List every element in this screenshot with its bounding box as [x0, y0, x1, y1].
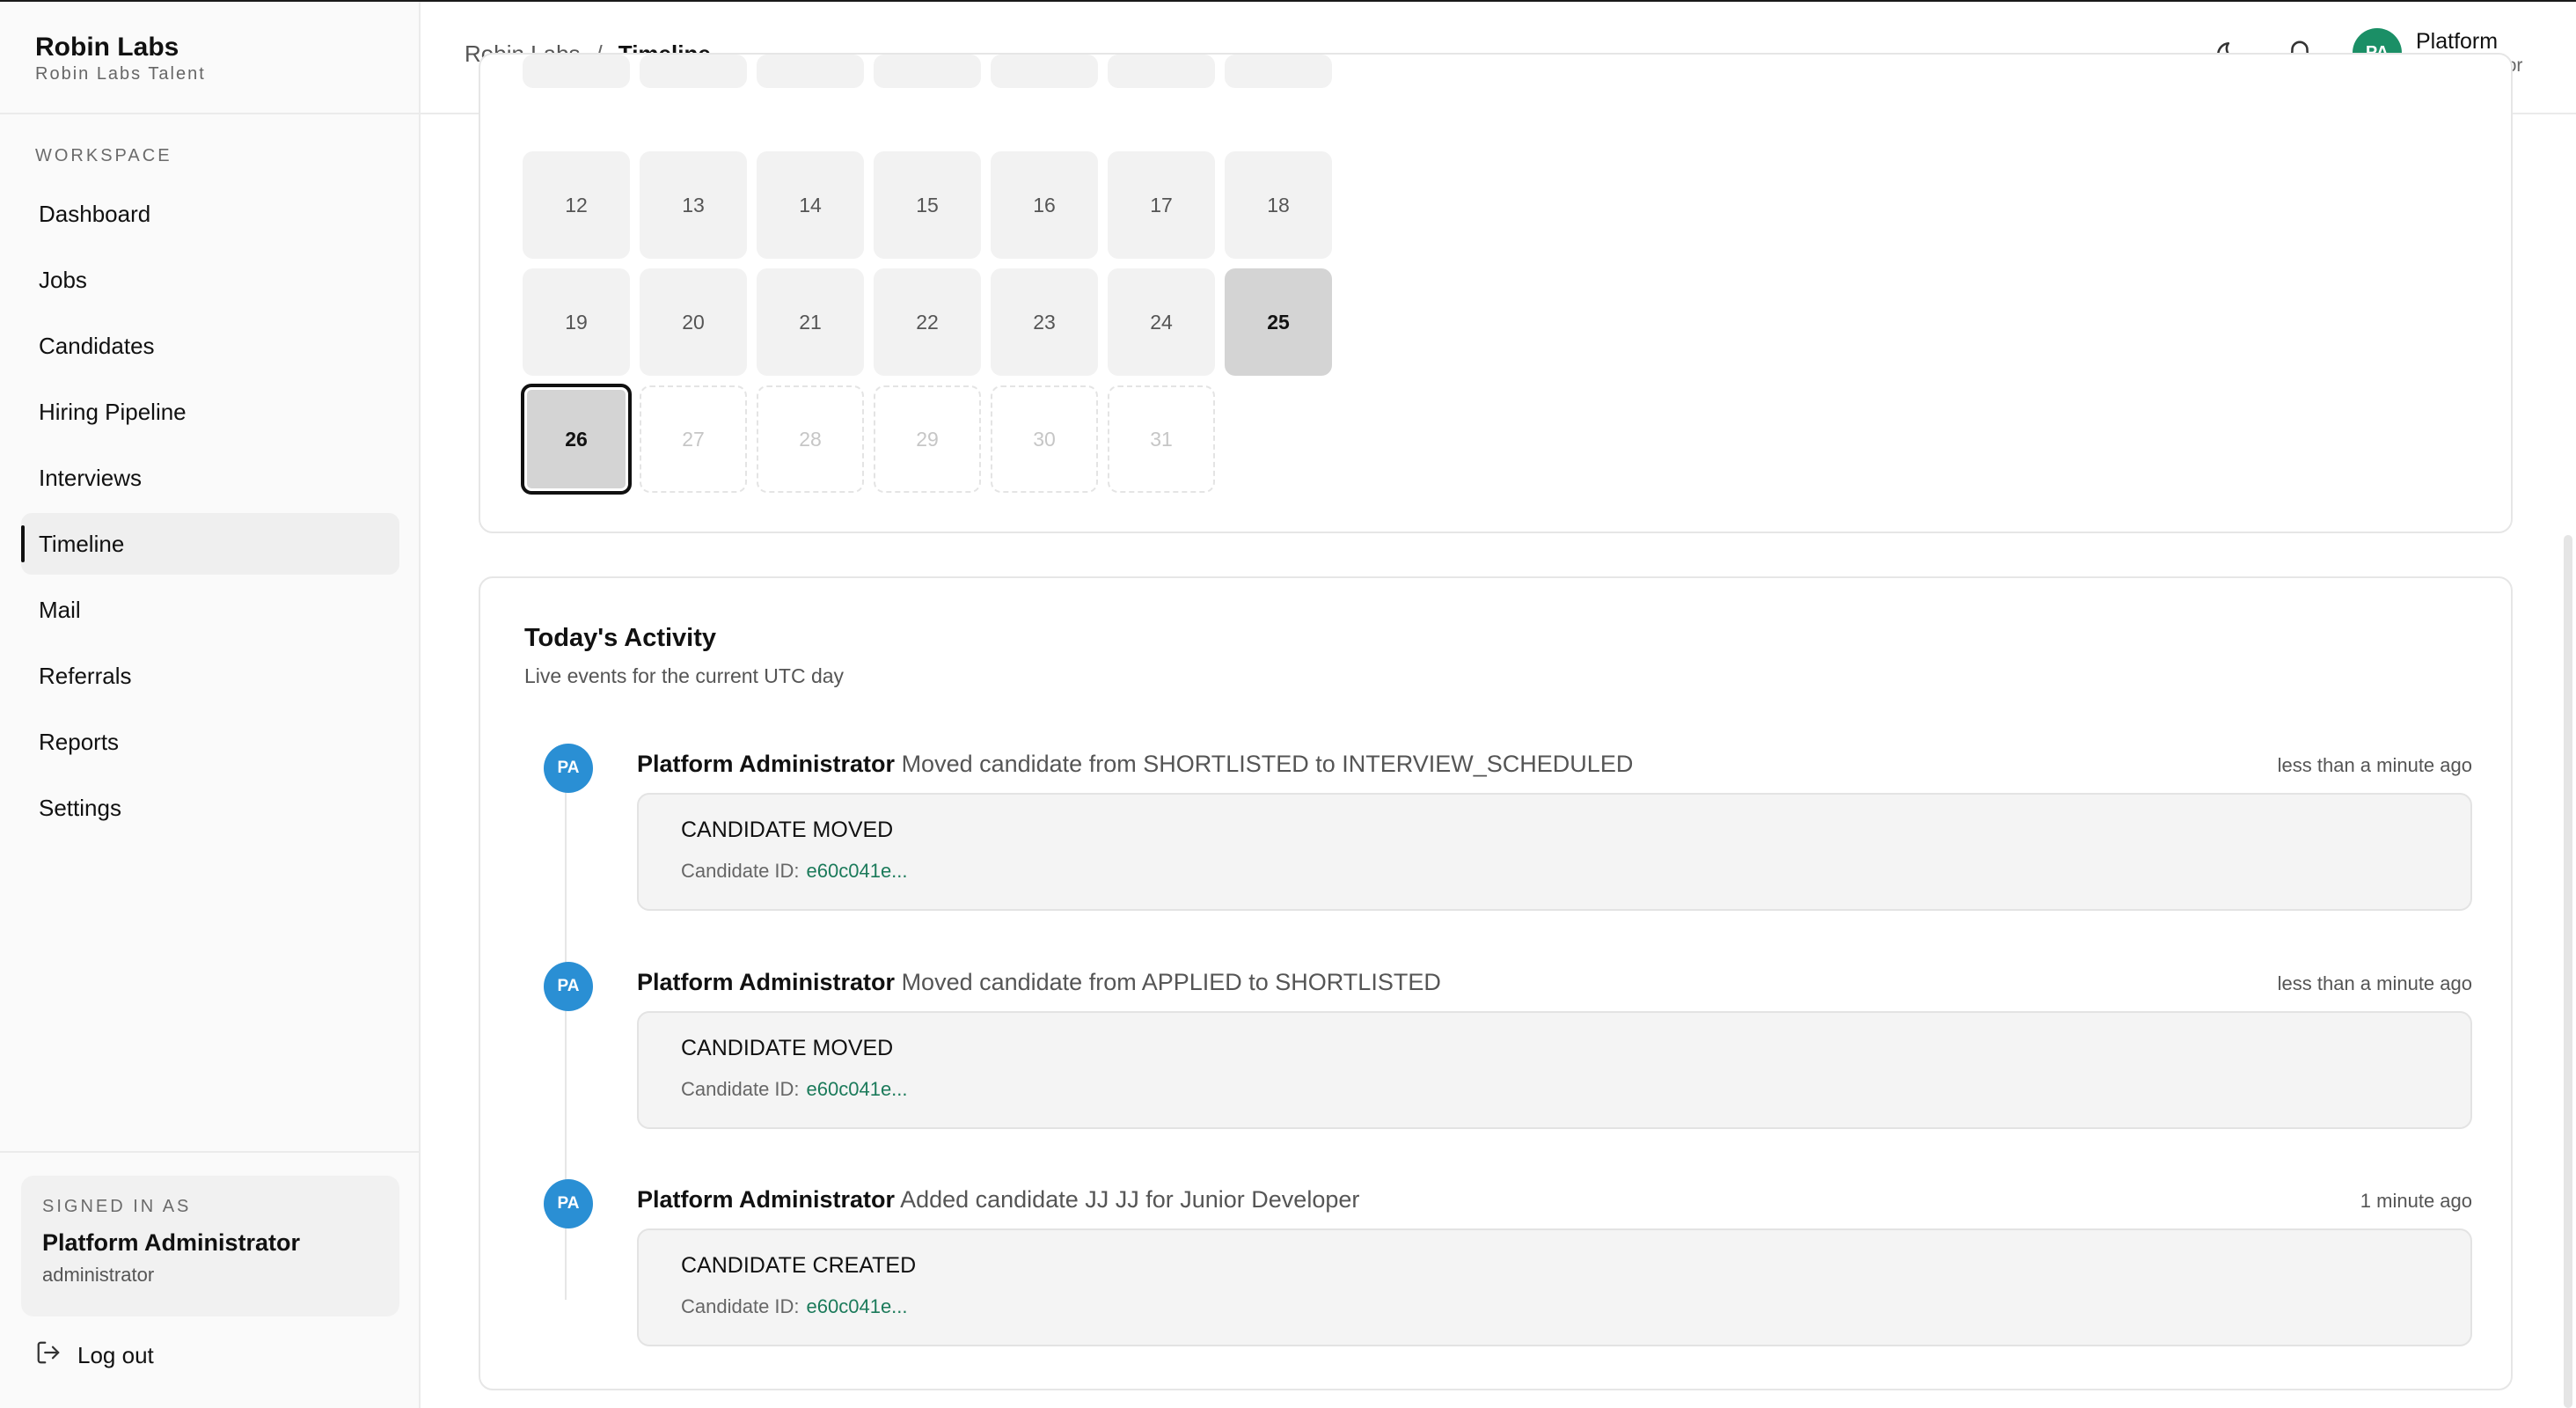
- calendar-day-12[interactable]: 12: [523, 151, 630, 259]
- user-name: Platform: [2416, 29, 2499, 54]
- sidebar-item-interviews[interactable]: Interviews: [21, 447, 399, 509]
- event-actor: Platform Administrator: [637, 1186, 896, 1213]
- calendar-day-27[interactable]: 27: [640, 385, 747, 493]
- calendar-day-partial[interactable]: [757, 55, 864, 88]
- event-detail-box: CANDIDATE MOVED Candidate ID: e60c041e...: [637, 793, 2472, 911]
- logout-button[interactable]: Log out: [35, 1339, 154, 1372]
- event-detail-box: CANDIDATE MOVED Candidate ID: e60c041e...: [637, 1011, 2472, 1129]
- workspace-label: WORKSPACE: [35, 146, 172, 165]
- activity-title: Today's Activity: [524, 624, 717, 652]
- sidebar-item-candidates[interactable]: Candidates: [21, 315, 399, 377]
- event-meta: Candidate ID: e60c041e...: [681, 1078, 908, 1101]
- calendar-day-15[interactable]: 15: [874, 151, 981, 259]
- sidebar-item-settings[interactable]: Settings: [21, 777, 399, 839]
- calendar-day-13[interactable]: 13: [640, 151, 747, 259]
- signed-in-name: Platform Administrator: [42, 1229, 301, 1256]
- sidebar-item-referrals[interactable]: Referrals: [21, 645, 399, 707]
- calendar-day-25-highlighted[interactable]: 25: [1225, 268, 1332, 376]
- calendar-day-19[interactable]: 19: [523, 268, 630, 376]
- event-summary: Platform Administrator Moved candidate f…: [637, 969, 1441, 996]
- sidebar-item-jobs[interactable]: Jobs: [21, 249, 399, 311]
- brand-title: Robin Labs: [35, 33, 179, 62]
- event-avatar: PA: [544, 744, 593, 793]
- calendar-day-22[interactable]: 22: [874, 268, 981, 376]
- calendar-day-14[interactable]: 14: [757, 151, 864, 259]
- event-summary: Platform Administrator Added candidate J…: [637, 1186, 1359, 1214]
- calendar-day-29[interactable]: 29: [874, 385, 981, 493]
- sidebar: Robin Labs Robin Labs Talent WORKSPACE D…: [0, 2, 421, 1408]
- calendar-day-30[interactable]: 30: [991, 385, 1098, 493]
- event-meta-label: Candidate ID:: [681, 1078, 800, 1100]
- logout-icon: [35, 1339, 62, 1372]
- calendar-day-20[interactable]: 20: [640, 268, 747, 376]
- calendar-day-31[interactable]: 31: [1108, 385, 1215, 493]
- calendar-day-28[interactable]: 28: [757, 385, 864, 493]
- activity-subtitle: Live events for the current UTC day: [524, 664, 845, 687]
- event-actor: Platform Administrator: [637, 751, 896, 777]
- sidebar-footer-divider: [0, 1151, 419, 1153]
- sidebar-item-mail[interactable]: Mail: [21, 579, 399, 641]
- event-description: Added candidate JJ JJ for Junior Develop…: [900, 1186, 1360, 1213]
- calendar-day-21[interactable]: 21: [757, 268, 864, 376]
- page-scrollbar[interactable]: [2564, 535, 2572, 1408]
- todays-activity-card: Today's Activity Live events for the cur…: [479, 576, 2513, 1390]
- event-time: less than a minute ago: [2277, 972, 2472, 994]
- event-avatar: PA: [544, 962, 593, 1011]
- event-time: 1 minute ago: [2360, 1190, 2472, 1212]
- event-meta-label: Candidate ID:: [681, 860, 800, 882]
- calendar-day-16[interactable]: 16: [991, 151, 1098, 259]
- calendar-day-partial[interactable]: [523, 55, 630, 88]
- event-time: less than a minute ago: [2277, 754, 2472, 776]
- event-meta-label: Candidate ID:: [681, 1295, 800, 1317]
- calendar-day-partial[interactable]: [1225, 55, 1332, 88]
- event-detail-box: CANDIDATE CREATED Candidate ID: e60c041e.…: [637, 1228, 2472, 1346]
- calendar-day-26-today[interactable]: 26: [521, 384, 632, 495]
- sidebar-item-hiring-pipeline[interactable]: Hiring Pipeline: [21, 381, 399, 443]
- calendar-day-24[interactable]: 24: [1108, 268, 1215, 376]
- calendar-day-partial[interactable]: [874, 55, 981, 88]
- signed-in-card: SIGNED IN AS Platform Administrator admi…: [21, 1176, 399, 1316]
- signed-in-role: administrator: [42, 1264, 155, 1286]
- signed-in-label: SIGNED IN AS: [42, 1197, 192, 1216]
- sidebar-item-dashboard[interactable]: Dashboard: [21, 183, 399, 245]
- brand[interactable]: Robin Labs Robin Labs Talent: [35, 32, 206, 84]
- event-meta: Candidate ID: e60c041e...: [681, 1295, 908, 1318]
- brand-subtitle: Robin Labs Talent: [35, 64, 206, 84]
- event-description: Moved candidate from SHORTLISTED to INTE…: [901, 751, 1634, 777]
- calendar-day-18[interactable]: 18: [1225, 151, 1332, 259]
- sidebar-item-timeline[interactable]: Timeline: [21, 513, 399, 575]
- candidate-id-link[interactable]: e60c041e...: [807, 1295, 908, 1317]
- event-avatar: PA: [544, 1179, 593, 1228]
- event-description: Moved candidate from APPLIED to SHORTLIS…: [901, 969, 1441, 995]
- candidate-id-link[interactable]: e60c041e...: [807, 860, 908, 882]
- sidebar-divider: [0, 113, 419, 114]
- event-type: CANDIDATE MOVED: [681, 818, 894, 842]
- sidebar-item-reports[interactable]: Reports: [21, 711, 399, 773]
- sidebar-nav: Dashboard Jobs Candidates Hiring Pipelin…: [21, 183, 399, 843]
- calendar-day-23[interactable]: 23: [991, 268, 1098, 376]
- event-summary: Platform Administrator Moved candidate f…: [637, 751, 1633, 778]
- calendar-day-17[interactable]: 17: [1108, 151, 1215, 259]
- event-actor: Platform Administrator: [637, 969, 896, 995]
- calendar-day-partial[interactable]: [640, 55, 747, 88]
- calendar-day-partial[interactable]: [1108, 55, 1215, 88]
- calendar-day-partial[interactable]: [991, 55, 1098, 88]
- calendar-card: 12 13 14 15 16 17 18 19 20 21 22 23 24 2…: [479, 53, 2513, 533]
- event-type: CANDIDATE MOVED: [681, 1036, 894, 1060]
- candidate-id-link[interactable]: e60c041e...: [807, 1078, 908, 1100]
- event-meta: Candidate ID: e60c041e...: [681, 860, 908, 883]
- logout-label: Log out: [77, 1342, 154, 1368]
- event-type: CANDIDATE CREATED: [681, 1253, 917, 1278]
